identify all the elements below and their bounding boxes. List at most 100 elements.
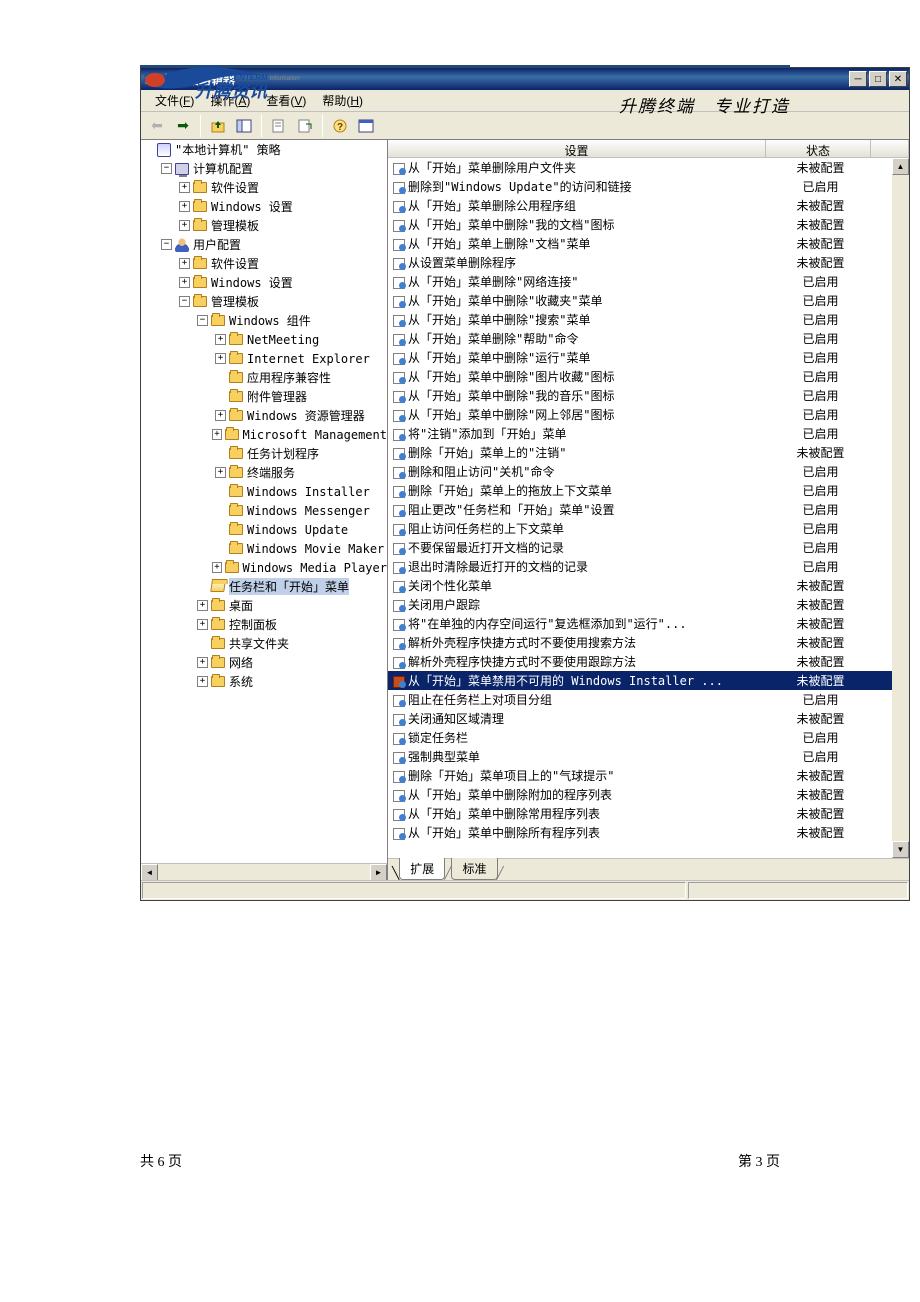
tree-expander[interactable]: + bbox=[179, 277, 190, 288]
tree-expander[interactable]: + bbox=[215, 467, 226, 478]
setting-row[interactable]: 从「开始」菜单中删除"网上邻居"图标已启用 bbox=[388, 405, 909, 424]
minimize-button[interactable]: ─ bbox=[849, 71, 867, 87]
setting-row[interactable]: 退出时清除最近打开的文档的记录已启用 bbox=[388, 557, 909, 576]
tree-expander[interactable]: + bbox=[197, 600, 208, 611]
help-button[interactable]: ? bbox=[328, 114, 352, 138]
setting-row[interactable]: 从「开始」菜单中删除"收藏夹"菜单已启用 bbox=[388, 291, 909, 310]
setting-row[interactable]: 从「开始」菜单中删除所有程序列表未被配置 bbox=[388, 823, 909, 842]
setting-row[interactable]: 解析外壳程序快捷方式时不要使用搜索方法未被配置 bbox=[388, 633, 909, 652]
setting-row[interactable]: 不要保留最近打开文档的记录已启用 bbox=[388, 538, 909, 557]
tab-standard[interactable]: 标准 bbox=[451, 858, 497, 880]
tree-item[interactable]: +系统 bbox=[141, 672, 387, 691]
tab-extended[interactable]: 扩展 bbox=[399, 858, 445, 880]
tree-expander[interactable]: − bbox=[161, 163, 172, 174]
setting-row[interactable]: 解析外壳程序快捷方式时不要使用跟踪方法未被配置 bbox=[388, 652, 909, 671]
setting-row[interactable]: 从「开始」菜单删除用户文件夹未被配置 bbox=[388, 158, 909, 177]
setting-row[interactable]: 关闭通知区域清理未被配置 bbox=[388, 709, 909, 728]
setting-row[interactable]: 从「开始」菜单中删除"图片收藏"图标已启用 bbox=[388, 367, 909, 386]
tree-expander[interactable]: + bbox=[179, 258, 190, 269]
tree-item[interactable]: 附件管理器 bbox=[141, 387, 387, 406]
tree-item[interactable]: +软件设置 bbox=[141, 178, 387, 197]
setting-row[interactable]: 从「开始」菜单上删除"文档"菜单未被配置 bbox=[388, 234, 909, 253]
tree-item[interactable]: 应用程序兼容性 bbox=[141, 368, 387, 387]
filter-button[interactable] bbox=[354, 114, 378, 138]
setting-row[interactable]: 从「开始」菜单删除公用程序组未被配置 bbox=[388, 196, 909, 215]
setting-row[interactable]: 阻止访问任务栏的上下文菜单已启用 bbox=[388, 519, 909, 538]
tree-expander[interactable]: − bbox=[161, 239, 172, 250]
tree-item[interactable]: 任务计划程序 bbox=[141, 444, 387, 463]
setting-row[interactable]: 删除到"Windows Update"的访问和链接已启用 bbox=[388, 177, 909, 196]
setting-row[interactable]: 从「开始」菜单删除"帮助"命令已启用 bbox=[388, 329, 909, 348]
setting-row[interactable]: 从「开始」菜单删除"网络连接"已启用 bbox=[388, 272, 909, 291]
setting-row[interactable]: 从「开始」菜单中删除"我的文档"图标未被配置 bbox=[388, 215, 909, 234]
setting-row[interactable]: 将"在单独的内存空间运行"复选框添加到"运行"...未被配置 bbox=[388, 614, 909, 633]
setting-row[interactable]: 从「开始」菜单禁用不可用的 Windows Installer ...未被配置 bbox=[388, 671, 909, 690]
column-setting[interactable]: 设置 bbox=[388, 140, 766, 157]
tree-item[interactable]: +Microsoft Management bbox=[141, 425, 387, 444]
setting-row[interactable]: 阻止更改"任务栏和「开始」菜单"设置已启用 bbox=[388, 500, 909, 519]
tree-item[interactable]: +Windows Media Player bbox=[141, 558, 387, 577]
export-button[interactable] bbox=[293, 114, 317, 138]
setting-row[interactable]: 删除「开始」菜单上的"注销"未被配置 bbox=[388, 443, 909, 462]
column-state[interactable]: 状态 bbox=[766, 140, 871, 157]
tree-item[interactable]: +控制面板 bbox=[141, 615, 387, 634]
tree-item[interactable]: +Windows 资源管理器 bbox=[141, 406, 387, 425]
tree-item[interactable]: Windows Update bbox=[141, 520, 387, 539]
maximize-button[interactable]: □ bbox=[869, 71, 887, 87]
setting-row[interactable]: 删除和阻止访问"关机"命令已启用 bbox=[388, 462, 909, 481]
scroll-left-button[interactable]: ◄ bbox=[141, 864, 158, 880]
tree-expander[interactable]: + bbox=[212, 429, 223, 440]
tree-item[interactable]: Windows Messenger bbox=[141, 501, 387, 520]
tree-item[interactable]: +网络 bbox=[141, 653, 387, 672]
up-button[interactable] bbox=[206, 114, 230, 138]
tree-item[interactable]: "本地计算机" 策略 bbox=[141, 140, 387, 159]
tree-item[interactable]: +Windows 设置 bbox=[141, 273, 387, 292]
setting-row[interactable]: 从「开始」菜单中删除附加的程序列表未被配置 bbox=[388, 785, 909, 804]
scroll-down-button[interactable]: ▼ bbox=[892, 841, 909, 858]
tree-item[interactable]: −管理模板 bbox=[141, 292, 387, 311]
setting-row[interactable]: 强制典型菜单已启用 bbox=[388, 747, 909, 766]
setting-row[interactable]: 将"注销"添加到「开始」菜单已启用 bbox=[388, 424, 909, 443]
tree-expander[interactable]: − bbox=[179, 296, 190, 307]
tree-item[interactable]: Windows Movie Maker bbox=[141, 539, 387, 558]
tree-expander[interactable]: + bbox=[212, 562, 223, 573]
setting-row[interactable]: 从「开始」菜单中删除"搜索"菜单已启用 bbox=[388, 310, 909, 329]
setting-row[interactable]: 锁定任务栏已启用 bbox=[388, 728, 909, 747]
horizontal-scrollbar[interactable]: ◄ ► bbox=[141, 863, 387, 880]
setting-row[interactable]: 删除「开始」菜单上的拖放上下文菜单已启用 bbox=[388, 481, 909, 500]
tree-expander[interactable]: + bbox=[215, 353, 226, 364]
tree-item[interactable]: +软件设置 bbox=[141, 254, 387, 273]
back-button[interactable]: ⬅ bbox=[145, 114, 169, 138]
tree-item[interactable]: 共享文件夹 bbox=[141, 634, 387, 653]
scroll-right-button[interactable]: ► bbox=[370, 864, 387, 880]
tree-item[interactable]: +Windows 设置 bbox=[141, 197, 387, 216]
setting-row[interactable]: 关闭个性化菜单未被配置 bbox=[388, 576, 909, 595]
setting-row[interactable]: 关闭用户跟踪未被配置 bbox=[388, 595, 909, 614]
tree-item[interactable]: −计算机配置 bbox=[141, 159, 387, 178]
tree-expander[interactable]: + bbox=[179, 201, 190, 212]
setting-row[interactable]: 从设置菜单删除程序未被配置 bbox=[388, 253, 909, 272]
tree-item[interactable]: −用户配置 bbox=[141, 235, 387, 254]
tree-item[interactable]: Windows Installer bbox=[141, 482, 387, 501]
tree-expander[interactable]: + bbox=[215, 334, 226, 345]
forward-button[interactable]: ➡ bbox=[171, 114, 195, 138]
scroll-up-button[interactable]: ▲ bbox=[892, 158, 909, 175]
setting-row[interactable]: 从「开始」菜单中删除"我的音乐"图标已启用 bbox=[388, 386, 909, 405]
tree-expander[interactable]: + bbox=[197, 657, 208, 668]
tree-item[interactable]: +NetMeeting bbox=[141, 330, 387, 349]
tree-expander[interactable]: − bbox=[197, 315, 208, 326]
tree-item[interactable]: −Windows 组件 bbox=[141, 311, 387, 330]
tree-item[interactable]: +终端服务 bbox=[141, 463, 387, 482]
tree-item[interactable]: +管理模板 bbox=[141, 216, 387, 235]
tree-expander[interactable]: + bbox=[215, 410, 226, 421]
tree-expander[interactable]: + bbox=[179, 220, 190, 231]
tree-item[interactable]: 任务栏和「开始」菜单 bbox=[141, 577, 387, 596]
tree-expander[interactable]: + bbox=[197, 676, 208, 687]
properties-button[interactable] bbox=[267, 114, 291, 138]
tree-expander[interactable]: + bbox=[179, 182, 190, 193]
setting-row[interactable]: 删除「开始」菜单项目上的"气球提示"未被配置 bbox=[388, 766, 909, 785]
show-hide-tree-button[interactable] bbox=[232, 114, 256, 138]
setting-row[interactable]: 从「开始」菜单中删除常用程序列表未被配置 bbox=[388, 804, 909, 823]
close-button[interactable]: ✕ bbox=[889, 71, 907, 87]
tree-item[interactable]: +桌面 bbox=[141, 596, 387, 615]
